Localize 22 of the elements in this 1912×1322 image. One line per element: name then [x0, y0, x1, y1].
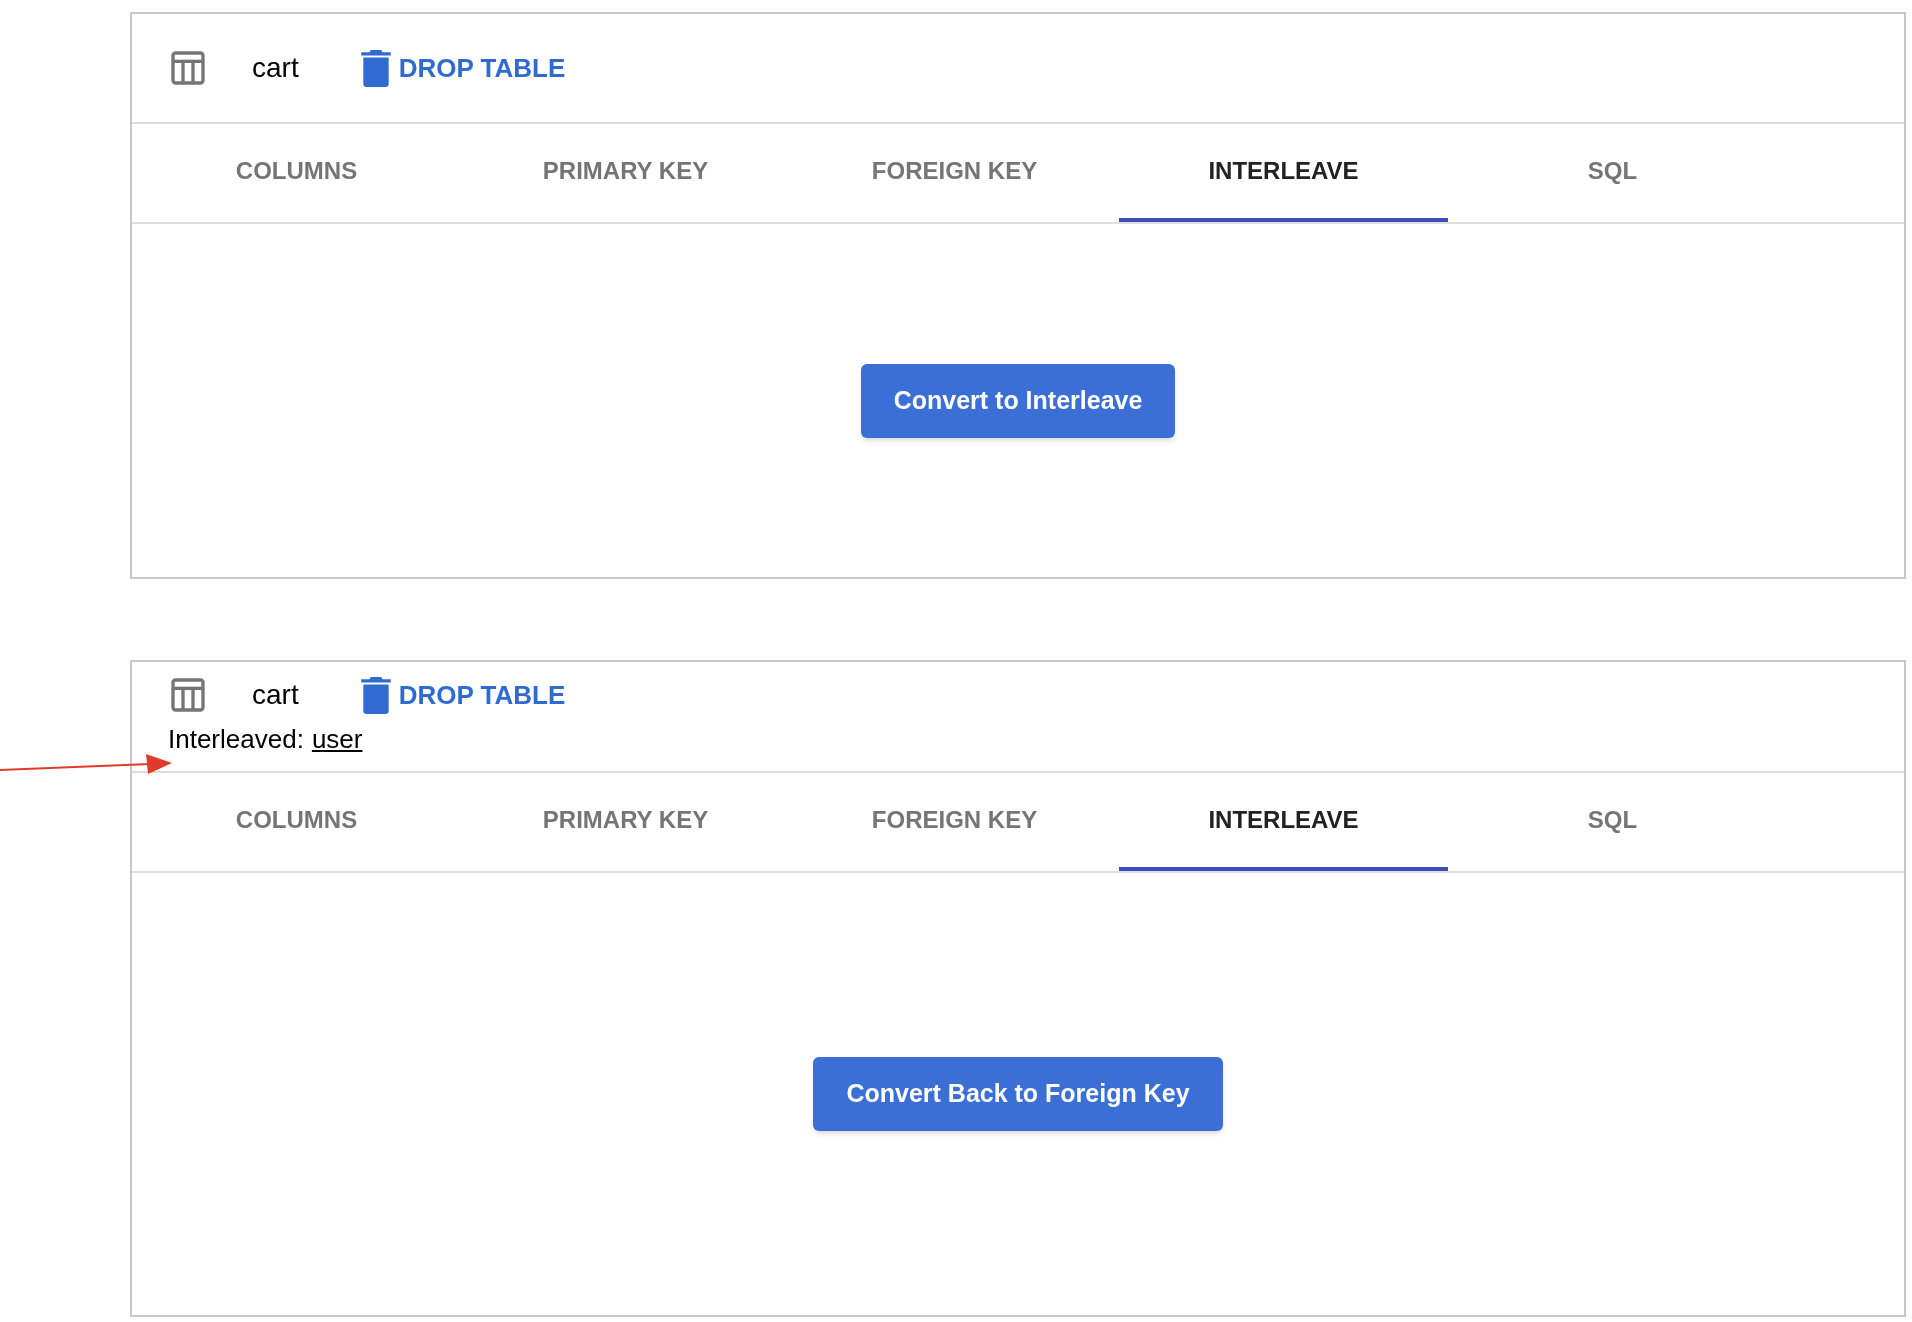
tab[interactable]: PRIMARY KEY: [461, 773, 790, 871]
trash-icon: [360, 676, 391, 714]
table-icon: [168, 48, 208, 88]
drop-table-button[interactable]: DROP TABLE: [360, 675, 566, 715]
tab[interactable]: COLUMNS: [132, 124, 461, 222]
tab[interactable]: INTERLEAVE: [1119, 773, 1448, 871]
drop-table-button[interactable]: DROP TABLE: [360, 48, 566, 88]
table-icon: [168, 675, 208, 715]
tab[interactable]: FOREIGN KEY: [790, 124, 1119, 222]
convert-button[interactable]: Convert to Interleave: [860, 363, 1176, 438]
parent-table-link[interactable]: user: [311, 720, 363, 759]
table-name: cart: [252, 678, 299, 712]
tab[interactable]: SQL: [1448, 773, 1777, 871]
trash-icon: [360, 49, 391, 87]
convert-button[interactable]: Convert Back to Foreign Key: [813, 1057, 1223, 1131]
tab[interactable]: COLUMNS: [132, 773, 461, 871]
tab[interactable]: PRIMARY KEY: [461, 124, 790, 222]
tab[interactable]: SQL: [1448, 124, 1777, 222]
interleaved-label: Interleaved:: [168, 723, 304, 756]
tab[interactable]: FOREIGN KEY: [790, 773, 1119, 871]
tab[interactable]: INTERLEAVE: [1119, 124, 1448, 222]
table-name: cart: [252, 51, 299, 85]
